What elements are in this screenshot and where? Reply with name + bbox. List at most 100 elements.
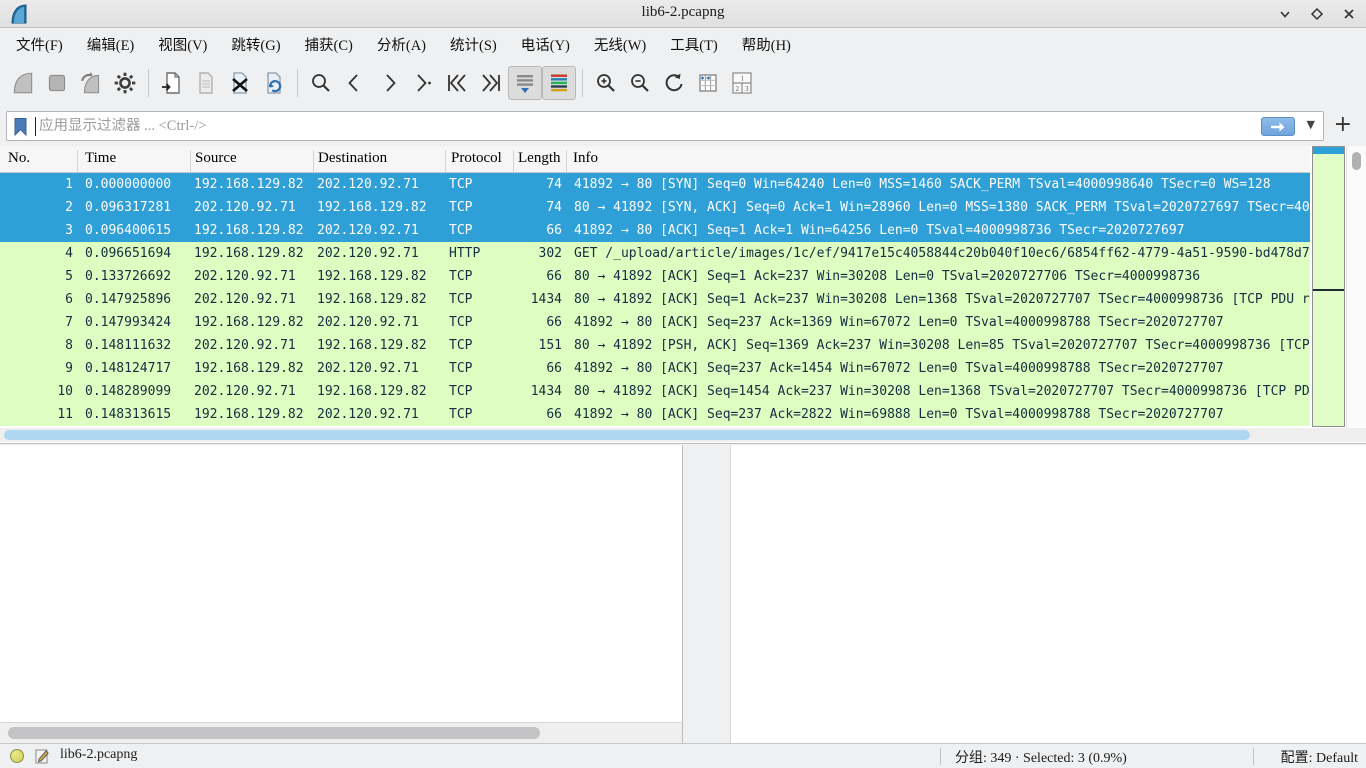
column-header-destination[interactable]: Destination	[318, 150, 387, 167]
status-filename: lib6-2.pcapng	[60, 747, 137, 763]
packet-row[interactable]: 60.147925896202.120.92.71192.168.129.82T…	[0, 288, 1310, 311]
find-packet-button[interactable]	[304, 66, 338, 100]
cell-no: 1	[0, 173, 77, 196]
save-file-button[interactable]	[189, 66, 223, 100]
cell-destination: 192.168.129.82	[313, 380, 445, 403]
zoom-out-button[interactable]	[623, 66, 657, 100]
packet-row[interactable]: 20.096317281202.120.92.71192.168.129.82T…	[0, 196, 1310, 219]
minimap-view-marker	[1313, 289, 1344, 291]
auto-scroll-button[interactable]	[508, 66, 542, 100]
menu-view[interactable]: 视图(V)	[146, 30, 219, 59]
close-button[interactable]	[1340, 5, 1358, 23]
details-scrollbar-thumb[interactable]	[8, 727, 540, 739]
cell-info: GET /_upload/article/images/1c/ef/9417e1…	[566, 242, 1310, 265]
zoom-in-button[interactable]	[589, 66, 623, 100]
add-filter-button[interactable]: +	[1334, 112, 1352, 138]
resize-columns-button[interactable]	[691, 66, 725, 100]
cell-no: 3	[0, 219, 77, 242]
go-forward-button[interactable]	[372, 66, 406, 100]
open-file-button[interactable]	[155, 66, 189, 100]
go-to-packet-button[interactable]	[406, 66, 440, 100]
packet-details-scrollbar[interactable]	[0, 722, 683, 743]
menu-telephony[interactable]: 电话(Y)	[509, 30, 582, 59]
cell-time: 0.096651694	[77, 242, 190, 265]
menu-wireless[interactable]: 无线(W)	[582, 30, 658, 59]
packet-row[interactable]: 110.148313615192.168.129.82202.120.92.71…	[0, 403, 1310, 426]
expert-info-icon[interactable]	[10, 749, 24, 763]
go-first-button[interactable]	[440, 66, 474, 100]
go-last-button[interactable]	[474, 66, 508, 100]
display-filter-input[interactable]	[39, 112, 1219, 140]
start-capture-button[interactable]	[6, 66, 40, 100]
menu-capture[interactable]: 捕获(C)	[293, 30, 365, 59]
minimize-button[interactable]	[1276, 5, 1294, 23]
packet-list-header: No. Time Source Destination Protocol Len…	[0, 146, 1310, 173]
menu-help[interactable]: 帮助(H)	[730, 30, 803, 59]
horizontal-scrollbar-thumb[interactable]	[4, 430, 1250, 440]
menu-analyze[interactable]: 分析(A)	[365, 30, 438, 59]
cell-no: 6	[0, 288, 77, 311]
colorize-packets-button[interactable]	[542, 66, 576, 100]
capture-options-button[interactable]	[108, 66, 142, 100]
packet-row[interactable]: 40.096651694192.168.129.82202.120.92.71H…	[0, 242, 1310, 265]
restart-capture-button[interactable]	[74, 66, 108, 100]
packet-row[interactable]: 10.000000000192.168.129.82202.120.92.71T…	[0, 173, 1310, 196]
cell-source: 192.168.129.82	[190, 311, 313, 334]
column-header-no[interactable]: No.	[8, 150, 30, 167]
layout-chooser-button[interactable]: 123	[725, 66, 759, 100]
cell-source: 192.168.129.82	[190, 242, 313, 265]
column-header-length[interactable]: Length	[518, 150, 561, 167]
close-file-button[interactable]	[223, 66, 257, 100]
maximize-button[interactable]	[1308, 5, 1326, 23]
packet-row[interactable]: 50.133726692202.120.92.71192.168.129.82T…	[0, 265, 1310, 288]
cell-length: 66	[513, 311, 566, 334]
packet-details-pane[interactable]	[0, 445, 683, 722]
cell-time: 0.148124717	[77, 357, 190, 380]
zoom-reset-button[interactable]	[657, 66, 691, 100]
menu-statistics[interactable]: 统计(S)	[438, 30, 509, 59]
packet-list-horizontal-scrollbar[interactable]	[0, 428, 1366, 442]
cell-protocol: TCP	[445, 288, 513, 311]
status-profile[interactable]: 配置: Default	[1281, 747, 1358, 767]
column-header-info[interactable]: Info	[573, 150, 598, 167]
status-packet-counts: 分组: 349 · Selected: 3 (0.9%)	[955, 747, 1127, 767]
cell-time: 0.148289099	[77, 380, 190, 403]
packet-row[interactable]: 30.096400615192.168.129.82202.120.92.71T…	[0, 219, 1310, 242]
menu-tools[interactable]: 工具(T)	[658, 30, 730, 59]
vertical-scrollbar-thumb[interactable]	[1352, 152, 1361, 170]
filter-bookmark-icon[interactable]	[13, 117, 28, 137]
column-header-source[interactable]: Source	[195, 150, 237, 167]
display-filter-field[interactable]: ▼	[6, 111, 1324, 141]
cell-info: 80 → 41892 [ACK] Seq=1 Ack=237 Win=30208…	[566, 265, 1310, 288]
cell-no: 2	[0, 196, 77, 219]
apply-filter-button[interactable]	[1261, 117, 1295, 136]
packet-bytes-pane[interactable]	[730, 445, 1366, 743]
packet-row[interactable]: 80.148111632202.120.92.71192.168.129.82T…	[0, 334, 1310, 357]
packet-list-vertical-scrollbar[interactable]	[1346, 146, 1366, 428]
cell-info: 41892 → 80 [ACK] Seq=237 Ack=1369 Win=67…	[566, 311, 1310, 334]
packet-row[interactable]: 90.148124717192.168.129.82202.120.92.71T…	[0, 357, 1310, 380]
filter-dropdown-arrow[interactable]: ▼	[1307, 118, 1315, 131]
cell-source: 192.168.129.82	[190, 173, 313, 196]
reload-file-button[interactable]	[257, 66, 291, 100]
column-header-protocol[interactable]: Protocol	[451, 150, 502, 167]
menu-go[interactable]: 跳转(G)	[219, 30, 292, 59]
cell-info: 41892 → 80 [ACK] Seq=237 Ack=1454 Win=67…	[566, 357, 1310, 380]
search-icon	[309, 71, 333, 95]
menu-edit[interactable]: 编辑(E)	[75, 30, 147, 59]
cell-length: 1434	[513, 288, 566, 311]
capture-comment-icon[interactable]	[34, 748, 50, 764]
menu-file[interactable]: 文件(F)	[4, 30, 75, 59]
cell-destination: 192.168.129.82	[313, 334, 445, 357]
stop-capture-button[interactable]	[40, 66, 74, 100]
column-header-time[interactable]: Time	[85, 150, 116, 167]
packet-row[interactable]: 100.148289099202.120.92.71192.168.129.82…	[0, 380, 1310, 403]
go-back-button[interactable]	[338, 66, 372, 100]
cell-destination: 192.168.129.82	[313, 265, 445, 288]
packet-list-minimap[interactable]	[1312, 146, 1345, 427]
cell-protocol: TCP	[445, 357, 513, 380]
zoom-reset-icon	[662, 71, 686, 95]
cell-length: 151	[513, 334, 566, 357]
packet-row[interactable]: 70.147993424192.168.129.82202.120.92.71T…	[0, 311, 1310, 334]
cell-length: 66	[513, 357, 566, 380]
